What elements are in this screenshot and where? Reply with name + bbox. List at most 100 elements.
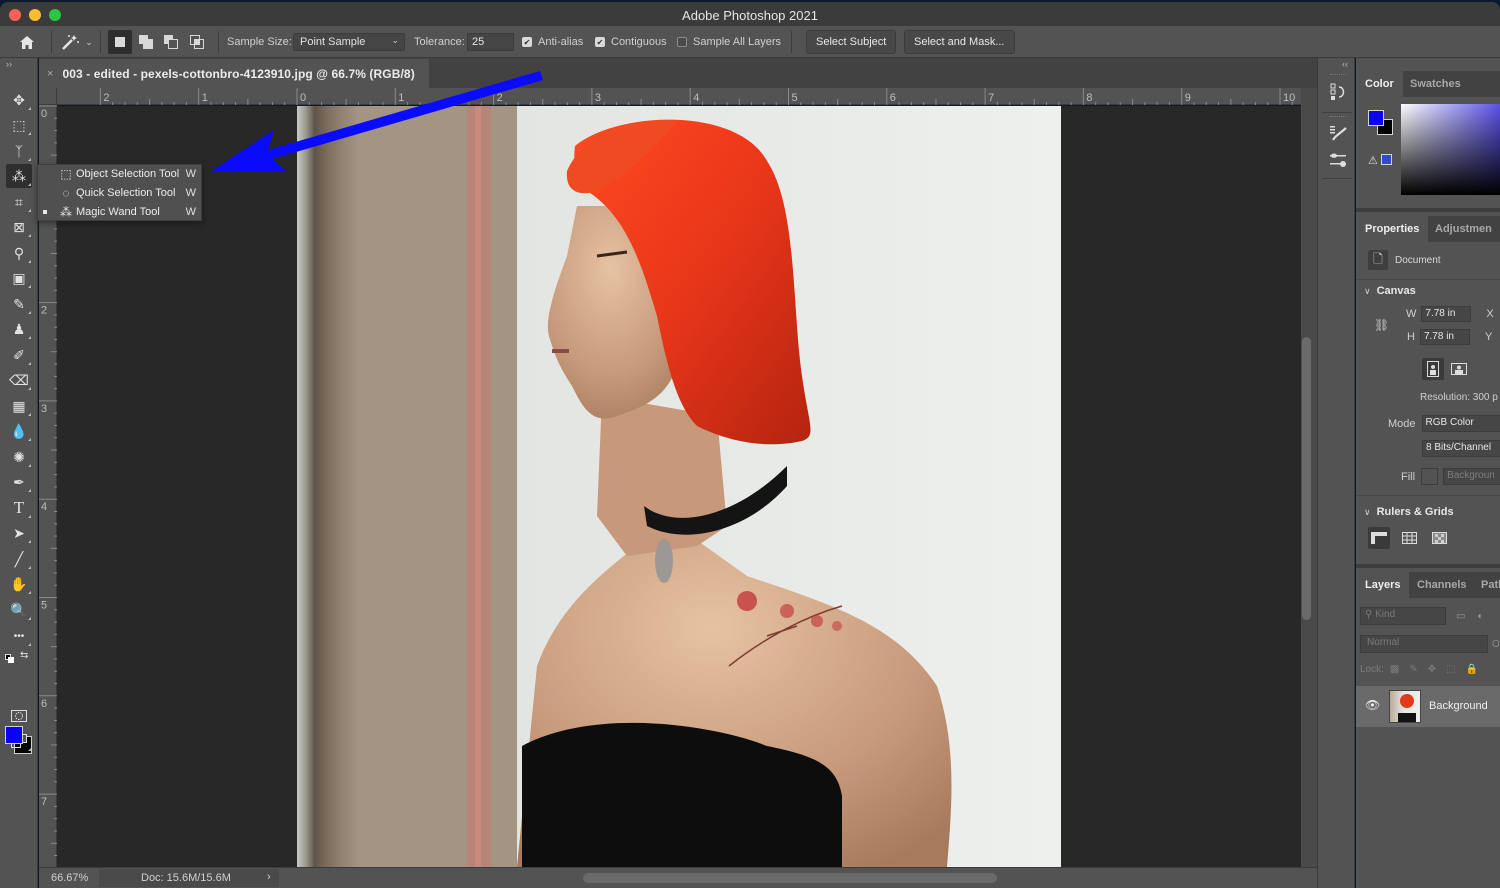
default-colors-icon[interactable] [5,654,14,663]
color-mode-select[interactable]: RGB Color [1421,415,1500,432]
tool-preset-picker[interactable]: ⌄ [59,26,95,58]
tab-swatches[interactable]: Swatches [1401,71,1470,97]
history-panel-button[interactable] [1327,81,1349,103]
canvas-height-input[interactable]: 7.78 in [1419,329,1470,345]
vertical-scrollbar-thumb[interactable] [1302,337,1311,620]
landscape-orientation-button[interactable] [1448,358,1470,380]
zoom-level[interactable]: 66.67% [51,872,88,884]
toggle-grid-button[interactable] [1398,527,1420,549]
spot-healing-tool[interactable]: ▣ [6,266,32,290]
sample-size-select[interactable]: Point Sample ⌄ [293,33,405,51]
layer-filter-select[interactable]: ⚲ Kind [1360,607,1446,625]
select-subject-button[interactable]: Select Subject [806,30,897,54]
tab-paths[interactable]: Path [1472,572,1500,598]
portrait-photo [297,106,1061,867]
hand-tool[interactable]: ✋ [6,572,32,596]
flyout-item-object-selection[interactable]: ⬚ Object Selection Tool W [38,165,203,183]
eraser-icon: ⌫ [9,371,29,388]
line-tool[interactable]: ╱ [6,547,32,571]
layer-row[interactable]: 👁 Background [1356,686,1500,727]
add-to-selection-button[interactable] [134,30,158,54]
document-size-info[interactable]: Doc: 15.6M/15.6M [99,869,279,887]
close-tab-icon[interactable]: × [47,68,53,80]
collapse-dock-button[interactable]: ‹‹ [1342,59,1348,69]
color-picker-field[interactable] [1401,104,1500,195]
lock-all-icon[interactable]: 🔒 [1466,664,1478,675]
swap-colors-icon[interactable]: ⇆ [20,650,28,661]
subtract-from-selection-button[interactable] [159,30,183,54]
document-image[interactable] [297,106,1061,867]
bit-depth-select[interactable]: 8 Bits/Channel [1422,440,1500,457]
fill-select[interactable]: Backgroun [1443,468,1500,485]
lock-transparent-pixels-icon[interactable]: ▩ [1390,664,1399,675]
new-selection-button[interactable] [108,30,132,54]
fill-color-swatch[interactable] [1421,468,1439,485]
intersect-selection-button[interactable] [185,30,209,54]
window-titlebar: Adobe Photoshop 2021 [0,2,1500,26]
canvas-width-input[interactable]: 7.78 in [1421,306,1472,322]
tab-adjustments[interactable]: Adjustmen [1426,216,1500,242]
color-panel-foreground-swatch[interactable] [1368,110,1384,126]
visibility-eye-icon[interactable]: 👁 [1365,698,1380,712]
tolerance-input[interactable]: 25 [467,33,514,51]
horizontal-scrollbar-thumb[interactable] [583,873,997,883]
sample-all-layers-checkbox[interactable]: Sample All Layers [677,26,781,58]
flyout-item-quick-selection[interactable]: ◌ Quick Selection Tool W [38,184,203,202]
tab-color[interactable]: Color [1356,71,1403,97]
lock-position-icon[interactable]: ✥ [1428,664,1436,675]
portrait-orientation-button[interactable] [1422,358,1444,380]
eyedropper-tool[interactable]: ⚲ [6,241,32,265]
canvas-area[interactable] [57,106,1301,867]
blur-tool[interactable]: 💧 [6,419,32,443]
lock-artboard-icon[interactable]: ⬚ [1446,664,1455,675]
filter-adjustment-layers-icon[interactable]: ◐ [1477,611,1483,622]
document-tab[interactable]: × 003 - edited - pexels-cottonbro-412391… [39,59,429,88]
horizontal-ruler[interactable]: 2 1 0 1 2 3 4 5 6 7 8 9 10 [39,88,1301,105]
dodge-tool[interactable]: ✺ [6,445,32,469]
anti-alias-checkbox[interactable]: ✔ Anti-alias [522,26,583,58]
gradient-tool[interactable]: ▦ [6,394,32,418]
contiguous-checkbox[interactable]: ✔ Contiguous [595,26,667,58]
adjustment-presets-panel-button[interactable] [1327,149,1349,171]
lock-image-pixels-icon[interactable]: ✎ [1409,664,1417,675]
zoom-icon: 🔍 [10,601,28,618]
status-menu-arrow-icon[interactable]: › [267,871,271,883]
link-dimensions-icon[interactable]: ⛓ [1374,318,1389,332]
flyout-item-magic-wand[interactable]: ⁂ Magic Wand Tool W [38,203,203,221]
frame-tool[interactable]: ⊠ [6,215,32,239]
edit-toolbar[interactable]: ••• [6,624,32,648]
lasso-tool[interactable]: ᛉ [6,139,32,163]
history-brush-tool[interactable]: ✐ [6,343,32,367]
gamut-correction-swatch[interactable] [1381,154,1392,165]
brush-tool[interactable]: ✎ [6,292,32,316]
pen-tool[interactable]: ✒ [6,470,32,494]
canvas-section-header[interactable]: ∨ Canvas [1364,285,1416,297]
home-button[interactable] [16,26,38,58]
editbar-icon: ••• [13,630,25,642]
eraser-tool[interactable]: ⌫ [6,368,32,392]
magic-wand-tool[interactable]: ⁂ [6,164,32,188]
tab-layers[interactable]: Layers [1356,572,1410,598]
type-tool[interactable]: T [6,496,32,520]
quick-mask-button[interactable] [6,704,32,728]
out-of-gamut-warning-icon[interactable]: ⚠ [1368,154,1378,167]
toggle-pixel-grid-button[interactable] [1428,527,1450,549]
dodge-icon: ✺ [13,448,25,465]
tab-properties[interactable]: Properties [1356,216,1429,242]
ruler-origin[interactable] [39,88,57,105]
toggle-rulers-button[interactable] [1368,527,1390,549]
collapse-toolbar-button[interactable]: ›› [6,59,12,69]
path-selection-tool[interactable]: ➤ [6,521,32,545]
brush-settings-panel-button[interactable] [1327,122,1349,144]
blend-mode-select[interactable]: Normal [1360,635,1488,653]
select-and-mask-button[interactable]: Select and Mask... [904,30,1015,54]
rulers-grids-section-header[interactable]: ∨ Rulers & Grids [1364,506,1454,518]
clone-stamp-tool[interactable]: ♟ [6,317,32,341]
filter-pixel-layers-icon[interactable]: ▭ [1456,611,1465,622]
zoom-tool[interactable]: 🔍 [6,598,32,622]
foreground-color-swatch[interactable] [5,726,23,744]
move-tool[interactable]: ✥ [6,88,32,112]
rectangular-marquee-tool[interactable]: ⬚ [6,113,32,137]
crop-tool[interactable]: ⌗ [6,190,32,214]
tab-channels[interactable]: Channels [1408,572,1476,598]
